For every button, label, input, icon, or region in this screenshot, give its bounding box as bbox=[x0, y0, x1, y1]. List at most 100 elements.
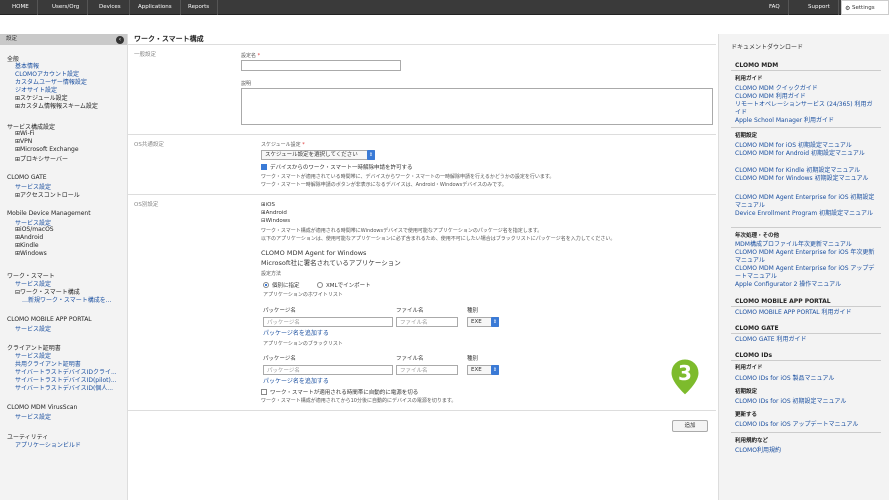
nav-users-org[interactable]: Users/Org bbox=[44, 0, 89, 15]
blacklist-add-package-link[interactable]: パッケージ名を追加する bbox=[263, 376, 329, 385]
main-content: ワーク・スマート構成 一般設定 設定名 * 説明 OS共通設定 スケジュール設定… bbox=[128, 34, 716, 500]
radio-individual-label: 個別に指定 bbox=[272, 283, 300, 289]
auto-power-off-note: ワーク・スマート構成が適用されてから10分後に自動的にデバイスの電源を切ります。 bbox=[261, 398, 457, 404]
sidebar-item-windows[interactable]: ⊞Windows bbox=[15, 250, 47, 257]
doc-link-ids-setup[interactable]: CLOMO IDs for iOS 初期設定マニュアル bbox=[735, 398, 875, 406]
nav-settings-label: Settings bbox=[852, 5, 875, 11]
sidebar-item-access-control[interactable]: ⊞アクセスコントロール bbox=[15, 190, 80, 199]
sidebar-item-custom-scheme[interactable]: ⊞カスタム情報報スキーム設定 bbox=[15, 101, 98, 110]
sidebar-item-kindle[interactable]: ⊞Kindle bbox=[15, 242, 39, 249]
os-tree-ios[interactable]: ⊞iOS bbox=[261, 202, 275, 208]
doc-link-apple-school[interactable]: Apple School Manager 利用ガイド bbox=[735, 117, 875, 125]
blacklist-package-input[interactable]: パッケージ名 bbox=[263, 365, 393, 375]
blacklist-type-select[interactable]: EXE ⇕ bbox=[467, 365, 499, 375]
doc-link-ids-manual[interactable]: CLOMO IDs for iOS 製品マニュアル bbox=[735, 375, 875, 383]
nav-support[interactable]: Support bbox=[800, 0, 839, 15]
nav-reports[interactable]: Reports bbox=[180, 0, 219, 15]
sidebar-item-android[interactable]: ⊞Android bbox=[15, 234, 43, 241]
doc-link-dep-setup[interactable]: Device Enrollment Program 初期設定マニュアル bbox=[735, 210, 875, 218]
name-field-label: 設定名 * bbox=[241, 52, 260, 59]
schedule-select[interactable]: スケジュール設定を選択してください ⇕ bbox=[261, 150, 375, 160]
os-tree-android[interactable]: ⊞Android bbox=[261, 210, 287, 216]
radio-xml-import-label: XMLでインポート bbox=[326, 283, 371, 289]
name-input[interactable] bbox=[241, 60, 401, 71]
sidebar-item-exchange[interactable]: ⊞Microsoft Exchange bbox=[15, 146, 79, 153]
doc-link-terms[interactable]: CLOMO利用規約 bbox=[735, 447, 875, 455]
whitelist-type-select[interactable]: EXE ⇕ bbox=[467, 317, 499, 327]
whitelist-file-input[interactable]: ファイル名 bbox=[396, 317, 458, 327]
doc-link-usage-guide[interactable]: CLOMO MDM 利用ガイド bbox=[735, 93, 875, 101]
schedule-select-value: スケジュール設定を選択してください bbox=[265, 152, 358, 158]
whitelist-package-input[interactable]: パッケージ名 bbox=[263, 317, 393, 327]
doc-subheading-annual: 年次処理・その他 bbox=[735, 233, 780, 239]
doc-link-quick-guide[interactable]: CLOMO MDM クイックガイド bbox=[735, 85, 875, 93]
document-download-title: ドキュメントダウンロード bbox=[731, 44, 804, 51]
sidebar-item-vpn[interactable]: ⊞VPN bbox=[15, 138, 32, 145]
sidebar-item-app-build[interactable]: アプリケーションビルド bbox=[15, 440, 81, 449]
sidebar-item-virusscan-service[interactable]: サービス設定 bbox=[15, 412, 51, 421]
sidebar-item-proxy[interactable]: ⊞プロキシサーバー bbox=[15, 154, 68, 163]
doc-heading-gate: CLOMO GATE bbox=[735, 325, 779, 332]
settings-sidebar: 設定 ‹ 全般 基本情報 CLOMOアカウント設定 カスタムユーザー情報設定 ジ… bbox=[0, 34, 128, 500]
default-app-agent: CLOMO MDM Agent for Windows bbox=[261, 249, 367, 257]
doc-link-profile-annual[interactable]: MDM構成プロファイル年次更新マニュアル bbox=[735, 241, 875, 249]
radio-individual[interactable] bbox=[263, 282, 269, 288]
chevron-down-icon: ⇕ bbox=[491, 317, 499, 327]
gear-icon: ⚙ bbox=[845, 5, 851, 12]
add-button[interactable]: 追加 bbox=[672, 420, 708, 432]
doc-link-windows-setup[interactable]: CLOMO MDM for Windows 初期設定マニュアル bbox=[735, 175, 875, 183]
sidebar-item-ios-macos[interactable]: ⊞iOS/macOS bbox=[15, 226, 54, 233]
blacklist-label: アプリケーションのブラックリスト bbox=[263, 341, 343, 347]
blacklist-file-input[interactable]: ファイル名 bbox=[396, 365, 458, 375]
nav-settings[interactable]: ⚙ Settings bbox=[841, 0, 889, 15]
sidebar-item-wifi[interactable]: ⊞Wi-Fi bbox=[15, 130, 34, 137]
doc-link-remote-ops[interactable]: リモートオペレーションサービス (24/365) 利用ガイド bbox=[735, 101, 875, 117]
allow-release-checkbox[interactable] bbox=[261, 164, 267, 170]
sidebar-item-cybertrust-personal[interactable]: サイバートラストデバイスID(個人... bbox=[15, 383, 113, 392]
nav-home[interactable]: HOME bbox=[4, 0, 38, 15]
whitelist-col-file: ファイル名 bbox=[396, 308, 424, 314]
doc-link-android-setup[interactable]: CLOMO MDM for Android 初期設定マニュアル bbox=[735, 150, 875, 158]
whitelist-label: アプリケーションのホワイトリスト bbox=[263, 292, 343, 298]
doc-link-agent-update[interactable]: CLOMO MDM Agent Enterprise for iOS アップデー… bbox=[735, 265, 875, 281]
allow-release-note-1: ワーク・スマートが適用されている時間帯に、デバイスからワーク・スマートの一時解除… bbox=[261, 174, 555, 180]
radio-xml-import[interactable] bbox=[317, 282, 323, 288]
sidebar-section-virusscan: CLOMO MDM VirusScan bbox=[7, 404, 78, 411]
sidebar-item-portal-service[interactable]: サービス設定 bbox=[15, 324, 51, 333]
blacklist-col-file: ファイル名 bbox=[396, 356, 424, 362]
blacklist-package-placeholder: パッケージ名 bbox=[267, 368, 300, 374]
whitelist-file-placeholder: ファイル名 bbox=[400, 320, 428, 326]
doc-link-gate-guide[interactable]: CLOMO GATE 利用ガイド bbox=[735, 336, 875, 344]
sidebar-section-mdm: Mobile Device Management bbox=[7, 210, 91, 217]
whitelist-add-package-link[interactable]: パッケージ名を追加する bbox=[263, 328, 329, 337]
os-common-section-label: OS共通設定 bbox=[134, 142, 164, 148]
nav-devices[interactable]: Devices bbox=[91, 0, 130, 15]
nav-faq[interactable]: FAQ bbox=[761, 0, 789, 15]
document-download-panel: ドキュメントダウンロード CLOMO MDM 利用ガイド CLOMO MDM ク… bbox=[718, 34, 889, 500]
description-textarea[interactable] bbox=[241, 88, 713, 125]
default-app-microsoft: Microsoft社に署名されているアプリケーション bbox=[261, 259, 401, 267]
doc-heading-ids: CLOMO IDs bbox=[735, 352, 773, 359]
doc-divider bbox=[731, 333, 881, 334]
doc-link-agent-annual[interactable]: CLOMO MDM Agent Enterprise for iOS 年次更新マ… bbox=[735, 249, 875, 265]
whitelist-package-placeholder: パッケージ名 bbox=[267, 320, 300, 326]
doc-link-ids-update[interactable]: CLOMO IDs for iOS アップデートマニュアル bbox=[735, 421, 875, 429]
auto-power-off-checkbox[interactable] bbox=[261, 389, 267, 395]
doc-link-ios-setup[interactable]: CLOMO MDM for iOS 初期設定マニュアル bbox=[735, 142, 875, 150]
chevron-down-icon: ⇕ bbox=[367, 150, 375, 160]
whitelist-col-type: 種別 bbox=[467, 308, 479, 314]
nav-applications[interactable]: Applications bbox=[130, 0, 181, 15]
doc-heading-terms: 利用規約など bbox=[735, 438, 769, 444]
doc-link-portal-guide[interactable]: CLOMO MOBILE APP PORTAL 利用ガイド bbox=[735, 309, 875, 317]
doc-divider bbox=[731, 432, 881, 433]
allow-release-note-2: ワーク・スマート一時解除申請のボタンが非表示になるデバイスは、Android・W… bbox=[261, 182, 507, 188]
doc-divider bbox=[731, 227, 881, 228]
doc-link-configurator[interactable]: Apple Configurator 2 操作マニュアル bbox=[735, 281, 875, 289]
os-tree-windows[interactable]: ⊟Windows bbox=[261, 218, 290, 224]
doc-link-agent-ios-setup[interactable]: CLOMO MDM Agent Enterprise for iOS 初期設定マ… bbox=[735, 194, 875, 210]
doc-link-kindle-setup[interactable]: CLOMO MDM for Kindle 初期設定マニュアル bbox=[735, 167, 875, 175]
sidebar-item-new-ws-config[interactable]: …新規ワーク・スマート構成を... bbox=[22, 295, 111, 304]
doc-heading-portal: CLOMO MOBILE APP PORTAL bbox=[735, 298, 831, 305]
collapse-sidebar-icon[interactable]: ‹ bbox=[116, 35, 124, 44]
schedule-label-text: スケジュール設定 bbox=[261, 142, 301, 148]
